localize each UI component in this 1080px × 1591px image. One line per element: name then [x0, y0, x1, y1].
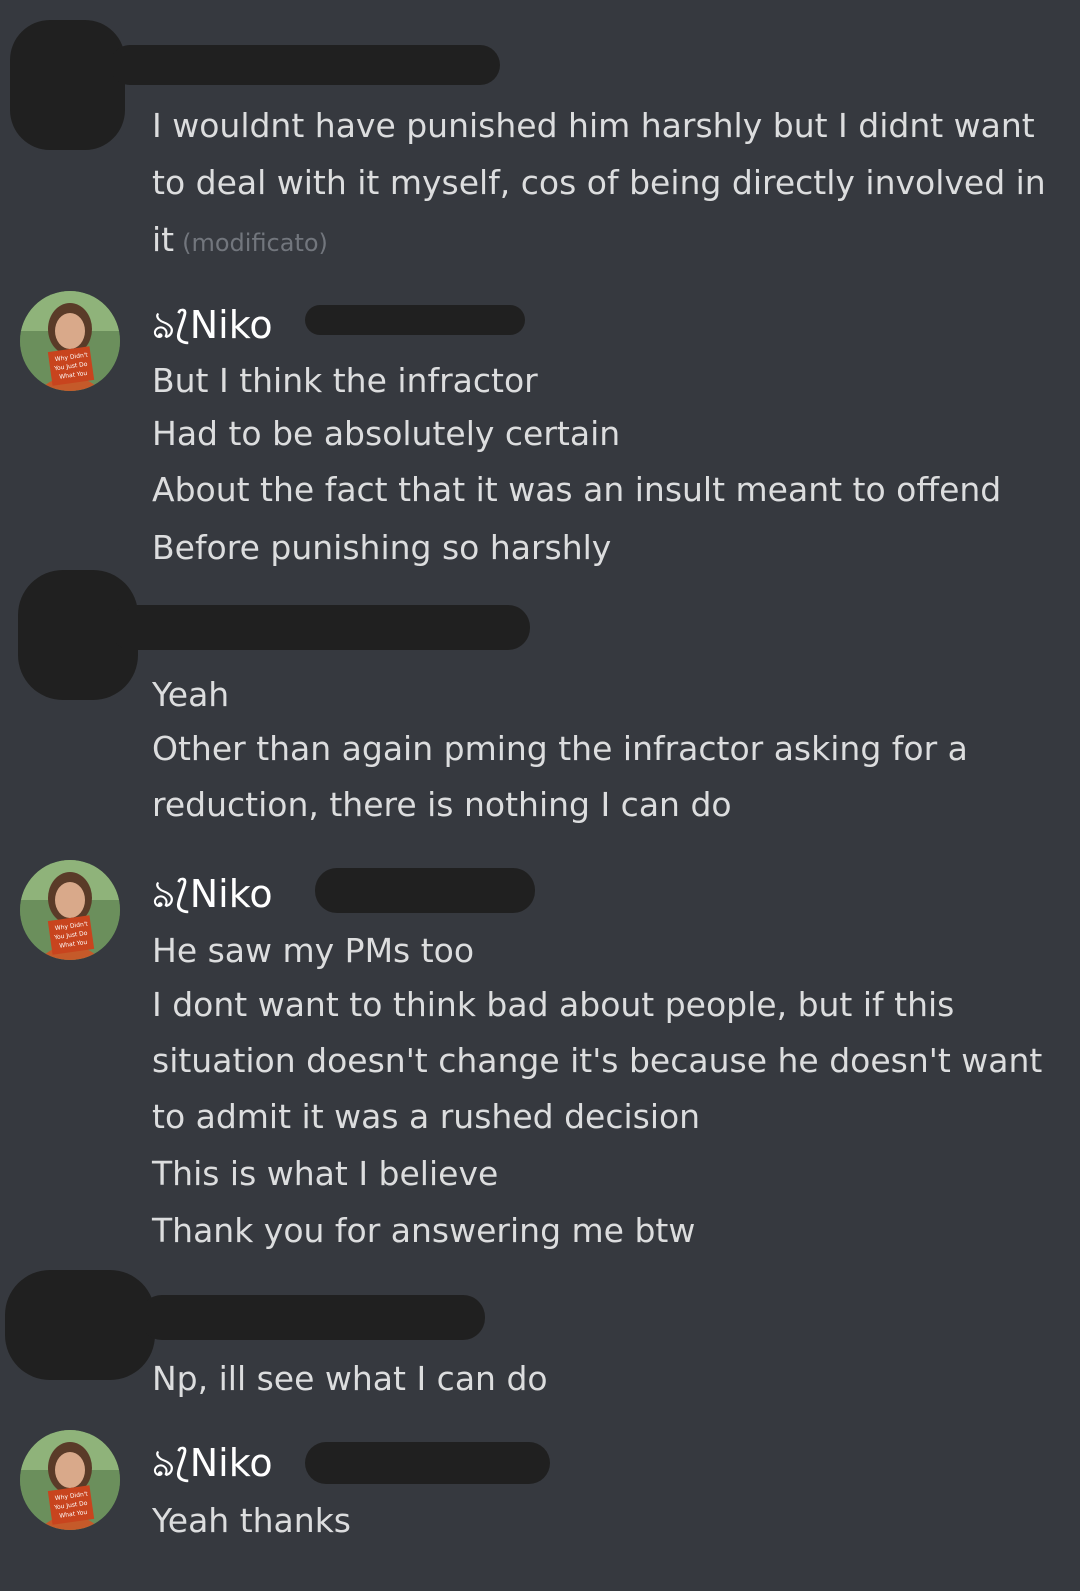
redacted-timestamp	[305, 1442, 550, 1484]
message-line: Had to be absolutely certain	[152, 414, 621, 453]
avatar-image: Why Didn't You Just Do What You	[20, 1430, 120, 1530]
redacted-avatar	[5, 1270, 155, 1380]
message-line: to deal with it myself, cos of being dir…	[152, 163, 1046, 202]
avatar-image: Why Didn't You Just Do What You	[20, 860, 120, 960]
message-line: Other than again pming the infractor ask…	[152, 729, 968, 768]
message-line: He saw my PMs too	[152, 931, 475, 970]
message-line: I wouldnt have punished him harshly but …	[152, 106, 1035, 145]
user-avatar[interactable]: Why Didn't You Just Do What You	[20, 860, 120, 960]
message-line: it (modificato)	[152, 211, 328, 272]
user-avatar[interactable]: Why Didn't You Just Do What You	[20, 1430, 120, 1530]
edited-label: (modificato)	[182, 229, 328, 257]
message-line: Yeah	[152, 675, 230, 714]
message-line: I dont want to think bad about people, b…	[152, 985, 955, 1024]
username[interactable]: ঌ⟅Niko	[152, 1440, 273, 1486]
message-line: reduction, there is nothing I can do	[152, 785, 732, 824]
message-line: About the fact that it was an insult mea…	[152, 470, 1002, 509]
username[interactable]: ঌ⟅Niko	[152, 302, 273, 348]
avatar-image: Why Didn't You Just Do What You	[20, 291, 120, 391]
message-text: it	[152, 220, 175, 259]
redacted-timestamp	[305, 305, 525, 335]
message-line: This is what I believe	[152, 1154, 499, 1193]
redacted-avatar	[10, 20, 125, 150]
message-line: Np, ill see what I can do	[152, 1359, 548, 1398]
user-avatar[interactable]: Why Didn't You Just Do What You	[20, 291, 120, 391]
redacted-timestamp	[315, 868, 535, 913]
message-line: Thank you for answering me btw	[152, 1211, 696, 1250]
message-line: to admit it was a rushed decision	[152, 1097, 701, 1136]
message-line: Yeah thanks	[152, 1501, 351, 1540]
redacted-header	[110, 45, 500, 85]
message-line: Before punishing so harshly	[152, 528, 612, 567]
message-line: situation doesn't change it's because he…	[152, 1041, 1043, 1080]
username[interactable]: ঌ⟅Niko	[152, 871, 273, 917]
message-line: But I think the infractor	[152, 361, 538, 400]
redacted-header	[140, 1295, 485, 1340]
redacted-header	[110, 605, 530, 650]
